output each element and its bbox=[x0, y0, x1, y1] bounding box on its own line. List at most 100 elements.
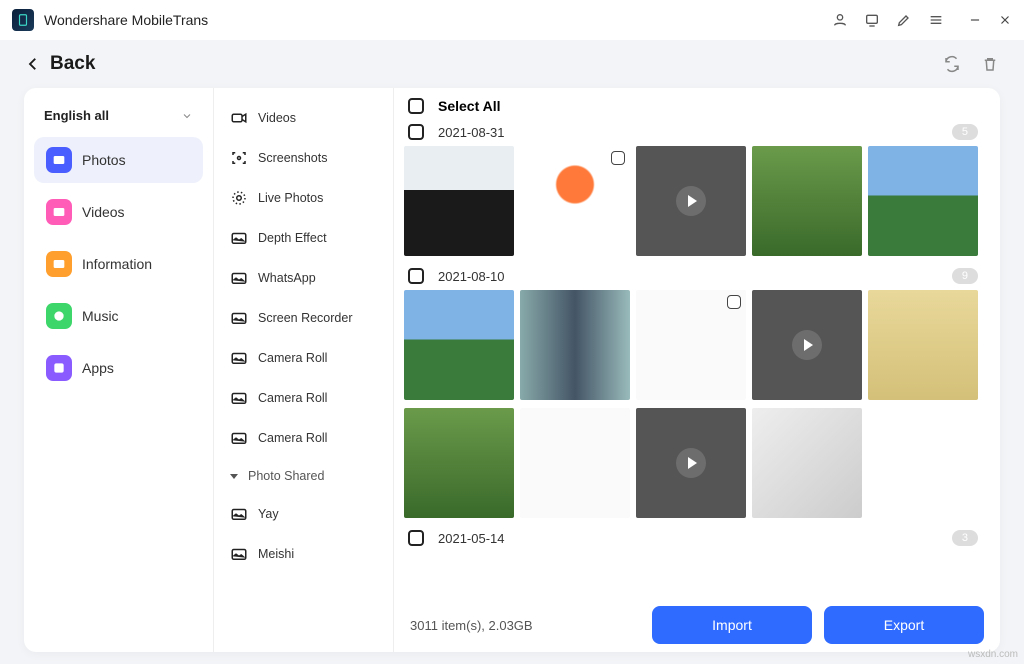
delete-icon[interactable] bbox=[980, 54, 1000, 74]
album-whatsapp[interactable]: WhatsApp bbox=[220, 258, 387, 298]
titlebar: Wondershare MobileTrans bbox=[0, 0, 1024, 40]
back-button[interactable]: Back bbox=[24, 53, 95, 75]
main-panel: English all Photos Videos Information Mu… bbox=[24, 88, 1000, 652]
album-screen-recorder[interactable]: Screen Recorder bbox=[220, 298, 387, 338]
category-label: Apps bbox=[82, 360, 114, 376]
album-depth-effect[interactable]: Depth Effect bbox=[220, 218, 387, 258]
category-label: Photos bbox=[82, 152, 126, 168]
window-controls bbox=[968, 13, 1012, 27]
feedback-icon[interactable] bbox=[864, 12, 880, 28]
group-count: 3 bbox=[952, 530, 978, 546]
photo-thumbnail[interactable] bbox=[752, 408, 862, 518]
group-count: 9 bbox=[952, 268, 978, 284]
live-photo-icon bbox=[230, 189, 248, 207]
video-thumbnail[interactable] bbox=[752, 290, 862, 400]
category-photos[interactable]: Photos bbox=[34, 137, 203, 183]
date-group-header: 2021-05-14 3 bbox=[394, 524, 1000, 550]
shared-header[interactable]: Photo Shared bbox=[220, 458, 387, 494]
album-live-photos[interactable]: Live Photos bbox=[220, 178, 387, 218]
minimize-button[interactable] bbox=[968, 13, 982, 27]
video-thumbnail[interactable] bbox=[636, 146, 746, 256]
refresh-icon[interactable] bbox=[942, 54, 962, 74]
edit-icon[interactable] bbox=[896, 12, 912, 28]
photo-thumbnail[interactable] bbox=[404, 290, 514, 400]
album-camera-roll[interactable]: Camera Roll bbox=[220, 418, 387, 458]
album-camera-roll[interactable]: Camera Roll bbox=[220, 378, 387, 418]
image-icon bbox=[230, 505, 248, 523]
category-music[interactable]: Music bbox=[34, 293, 203, 339]
photos-icon bbox=[46, 147, 72, 173]
image-icon bbox=[230, 349, 248, 367]
album-sidebar: Videos Screenshots Live Photos Depth Eff… bbox=[214, 88, 394, 652]
back-label: Back bbox=[50, 53, 95, 75]
image-icon bbox=[230, 389, 248, 407]
play-icon bbox=[676, 448, 706, 478]
photo-grid-area: Select All 2021-08-31 5 2021-08-10 9 bbox=[394, 88, 1000, 652]
category-information[interactable]: Information bbox=[34, 241, 203, 287]
date-label: 2021-05-14 bbox=[438, 531, 505, 546]
language-selector[interactable]: English all bbox=[34, 102, 203, 137]
category-apps[interactable]: Apps bbox=[34, 345, 203, 391]
album-screenshots[interactable]: Screenshots bbox=[220, 138, 387, 178]
item-summary: 3011 item(s), 2.03GB bbox=[410, 618, 533, 633]
video-icon bbox=[230, 109, 248, 127]
photo-thumbnail[interactable] bbox=[636, 290, 746, 400]
image-icon bbox=[230, 269, 248, 287]
group-checkbox[interactable] bbox=[408, 530, 424, 546]
photo-thumbnail[interactable] bbox=[520, 290, 630, 400]
photo-thumbnail[interactable] bbox=[868, 290, 978, 400]
album-camera-roll[interactable]: Camera Roll bbox=[220, 338, 387, 378]
play-icon bbox=[792, 330, 822, 360]
date-group-header: 2021-08-31 5 bbox=[394, 118, 1000, 144]
chevron-down-icon bbox=[181, 110, 193, 122]
footer-bar: 3011 item(s), 2.03GB Import Export bbox=[394, 598, 1000, 652]
thumbnail-row bbox=[394, 288, 1000, 406]
thumbnail-row bbox=[394, 144, 1000, 262]
category-label: Music bbox=[82, 308, 119, 324]
thumb-checkbox[interactable] bbox=[727, 295, 741, 309]
triangle-down-icon bbox=[230, 474, 238, 479]
video-thumbnail[interactable] bbox=[636, 408, 746, 518]
thumb-checkbox[interactable] bbox=[611, 151, 625, 165]
import-button[interactable]: Import bbox=[652, 606, 812, 644]
album-yay[interactable]: Yay bbox=[220, 494, 387, 534]
date-label: 2021-08-31 bbox=[438, 125, 505, 140]
image-icon bbox=[230, 309, 248, 327]
app-logo bbox=[12, 9, 34, 31]
album-meishi[interactable]: Meishi bbox=[220, 534, 387, 574]
photo-thumbnail[interactable] bbox=[404, 408, 514, 518]
title-actions bbox=[832, 12, 944, 28]
export-button[interactable]: Export bbox=[824, 606, 984, 644]
image-icon bbox=[230, 429, 248, 447]
thumbnail-row bbox=[394, 406, 1000, 524]
videos-icon bbox=[46, 199, 72, 225]
category-label: Videos bbox=[82, 204, 125, 220]
play-icon bbox=[676, 186, 706, 216]
album-videos[interactable]: Videos bbox=[220, 98, 387, 138]
close-button[interactable] bbox=[998, 13, 1012, 27]
category-videos[interactable]: Videos bbox=[34, 189, 203, 235]
information-icon bbox=[46, 251, 72, 277]
photo-thumbnail[interactable] bbox=[752, 146, 862, 256]
group-checkbox[interactable] bbox=[408, 268, 424, 284]
select-all-row: Select All bbox=[394, 88, 1000, 118]
photo-thumbnail[interactable] bbox=[520, 146, 630, 256]
menu-icon[interactable] bbox=[928, 12, 944, 28]
apps-icon bbox=[46, 355, 72, 381]
account-icon[interactable] bbox=[832, 12, 848, 28]
image-icon bbox=[230, 545, 248, 563]
category-label: Information bbox=[82, 256, 152, 272]
screenshot-icon bbox=[230, 149, 248, 167]
watermark: wsxdn.com bbox=[968, 649, 1018, 660]
category-sidebar: English all Photos Videos Information Mu… bbox=[24, 88, 214, 652]
group-count: 5 bbox=[952, 124, 978, 140]
photo-thumbnail[interactable] bbox=[520, 408, 630, 518]
back-bar: Back bbox=[0, 40, 1024, 88]
app-title: Wondershare MobileTrans bbox=[44, 12, 832, 28]
select-all-label: Select All bbox=[438, 98, 501, 114]
photo-thumbnail[interactable] bbox=[868, 146, 978, 256]
select-all-checkbox[interactable] bbox=[408, 98, 424, 114]
group-checkbox[interactable] bbox=[408, 124, 424, 140]
date-label: 2021-08-10 bbox=[438, 269, 505, 284]
photo-thumbnail[interactable] bbox=[404, 146, 514, 256]
